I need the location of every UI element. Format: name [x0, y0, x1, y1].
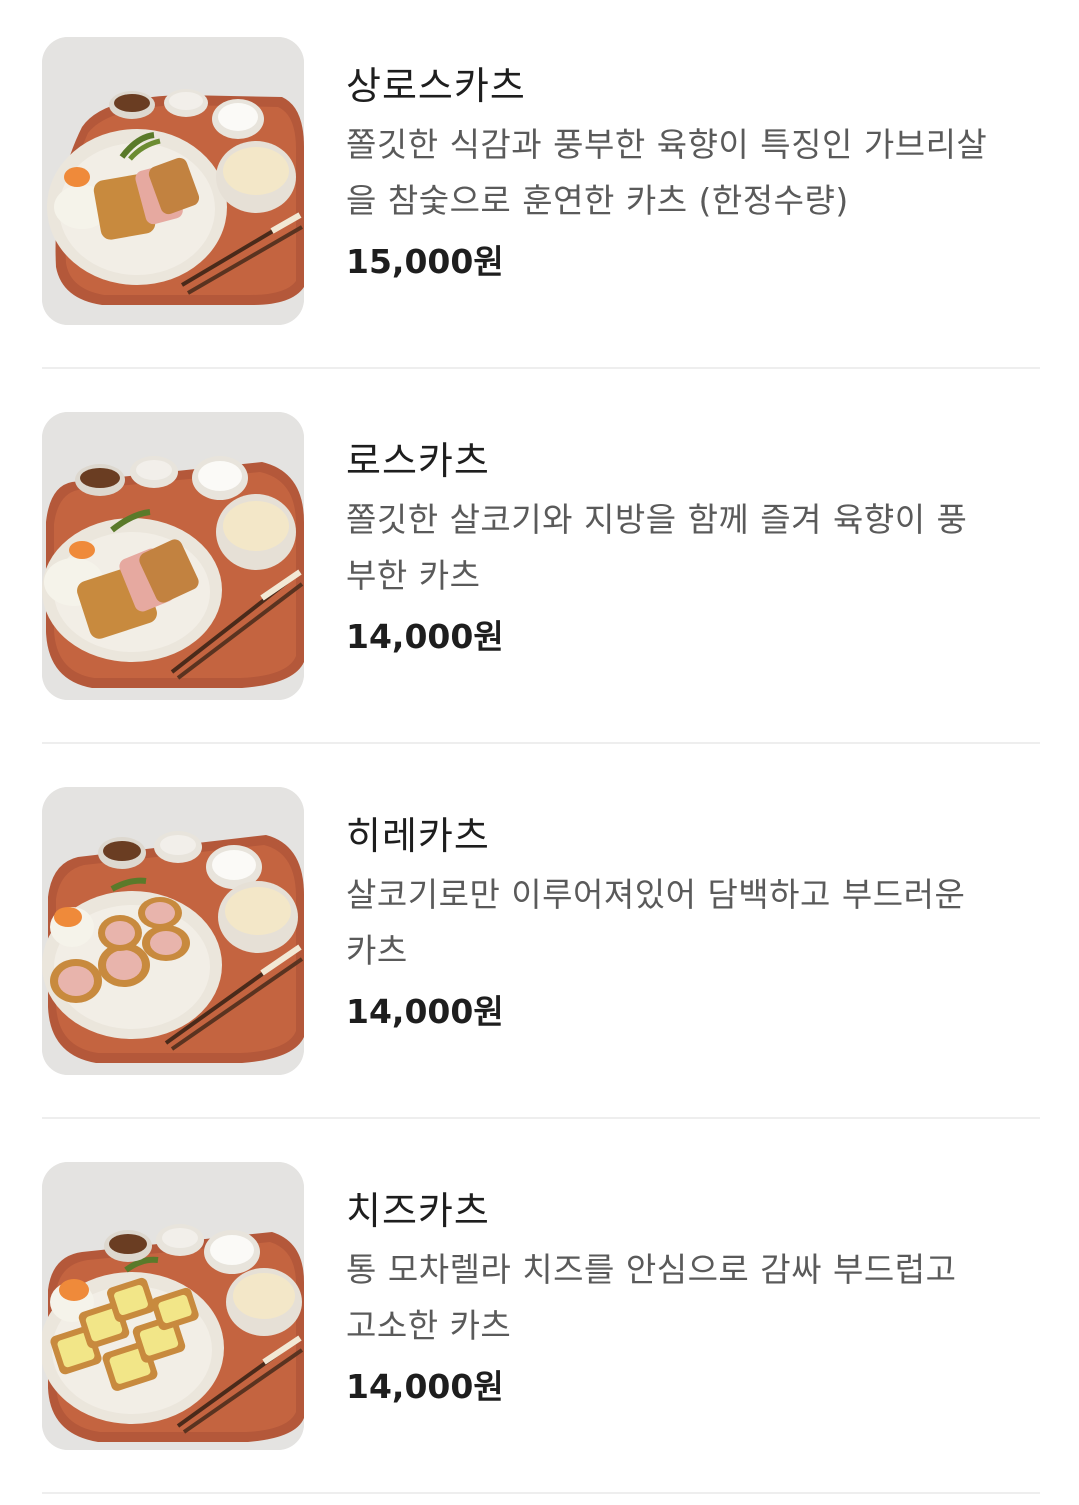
cheese-katsu-plate-photo-icon [42, 1162, 304, 1450]
menu-list: 상로스카츠 쫄깃한 식감과 풍부한 육향이 특징인 가브리살을 참숯으로 훈연한… [0, 0, 1079, 1505]
item-divider [42, 742, 1040, 744]
menu-item-sangros-katsu[interactable]: 상로스카츠 쫄깃한 식감과 풍부한 육향이 특징인 가브리살을 참숯으로 훈연한… [42, 37, 1040, 327]
menu-item-info: 히레카츠 살코기로만 이루어져있어 담백하고 부드러운카츠 14,000원 [346, 811, 1046, 1037]
menu-item-hire-katsu[interactable]: 히레카츠 살코기로만 이루어져있어 담백하고 부드러운카츠 14,000원 [42, 787, 1040, 1077]
menu-item-description: 살코기로만 이루어져있어 담백하고 부드러운카츠 [346, 867, 1046, 979]
katsu-plate-photo-icon [42, 787, 304, 1075]
katsu-plate-photo-icon [42, 37, 304, 325]
menu-item-photo[interactable] [42, 1162, 304, 1450]
desc-line-1: 통 모차렐라 치즈를 안심으로 감싸 부드럽고 [346, 1250, 957, 1289]
item-divider [42, 1117, 1040, 1119]
menu-item-price: 15,000원 [346, 242, 504, 281]
menu-item-price: 14,000원 [346, 992, 504, 1031]
menu-item-photo[interactable] [42, 412, 304, 700]
desc-line-2: 고소한 카츠 [346, 1306, 512, 1345]
item-divider [42, 1492, 1040, 1494]
desc-line-2: 카츠 [346, 931, 408, 970]
menu-item-name: 히레카츠 [346, 814, 490, 858]
menu-item-info: 상로스카츠 쫄깃한 식감과 풍부한 육향이 특징인 가브리살을 참숯으로 훈연한… [346, 61, 1046, 287]
menu-item-price: 14,000원 [346, 1367, 504, 1406]
menu-item-ros-katsu[interactable]: 로스카츠 쫄깃한 살코기와 지방을 함께 즐겨 육향이 풍부한 카츠 14,00… [42, 412, 1040, 702]
menu-item-photo[interactable] [42, 37, 304, 325]
desc-line-2: 을 참숯으로 훈연한 카츠 (한정수량) [346, 181, 849, 220]
menu-item-name: 상로스카츠 [346, 64, 526, 108]
menu-item-description: 쫄깃한 식감과 풍부한 육향이 특징인 가브리살을 참숯으로 훈연한 카츠 (한… [346, 117, 1046, 229]
menu-item-description: 통 모차렐라 치즈를 안심으로 감싸 부드럽고고소한 카츠 [346, 1242, 1046, 1354]
desc-line-1: 쫄깃한 식감과 풍부한 육향이 특징인 가브리살 [346, 125, 988, 164]
desc-line-2: 부한 카츠 [346, 556, 481, 595]
desc-line-1: 살코기로만 이루어져있어 담백하고 부드러운 [346, 875, 966, 914]
menu-item-name: 로스카츠 [346, 439, 490, 483]
menu-item-info: 치즈카츠 통 모차렐라 치즈를 안심으로 감싸 부드럽고고소한 카츠 14,00… [346, 1186, 1046, 1412]
menu-item-name: 치즈카츠 [346, 1189, 490, 1233]
item-divider [42, 367, 1040, 369]
katsu-plate-photo-icon [42, 412, 304, 700]
menu-item-cheese-katsu[interactable]: 치즈카츠 통 모차렐라 치즈를 안심으로 감싸 부드럽고고소한 카츠 14,00… [42, 1162, 1040, 1452]
menu-item-description: 쫄깃한 살코기와 지방을 함께 즐겨 육향이 풍부한 카츠 [346, 492, 1046, 604]
menu-item-photo[interactable] [42, 787, 304, 1075]
desc-line-1: 쫄깃한 살코기와 지방을 함께 즐겨 육향이 풍 [346, 500, 968, 539]
menu-item-info: 로스카츠 쫄깃한 살코기와 지방을 함께 즐겨 육향이 풍부한 카츠 14,00… [346, 436, 1046, 662]
menu-item-price: 14,000원 [346, 617, 504, 656]
